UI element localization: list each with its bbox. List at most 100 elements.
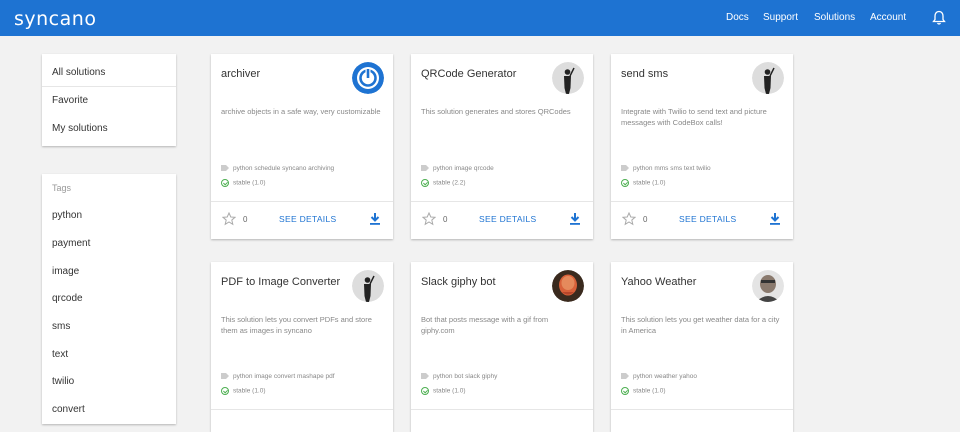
star-count: 0: [243, 215, 248, 224]
card-tags: python image qrcode: [421, 165, 494, 172]
divider: [611, 201, 793, 202]
tag-icon: [421, 165, 429, 172]
star-icon[interactable]: [622, 212, 636, 226]
card-tags-text: python image convert mashape pdf: [233, 373, 335, 380]
card-stable: stable (1.0): [621, 179, 666, 187]
tag-payment[interactable]: payment: [52, 238, 90, 249]
card-version: stable (1.0): [433, 387, 466, 395]
bell-icon[interactable]: [932, 10, 946, 26]
tag-convert[interactable]: convert: [52, 404, 85, 415]
power-logo-avatar: [352, 62, 384, 94]
tag-twilio[interactable]: twilio: [52, 376, 74, 387]
card-stable: stable (1.0): [621, 387, 666, 395]
solution-card[interactable]: archiver archive objects in a safe way, …: [211, 54, 393, 239]
person-avatar: [552, 270, 584, 302]
card-title[interactable]: archiver: [221, 68, 260, 80]
silhouette-avatar: [752, 62, 784, 94]
tag-text[interactable]: text: [52, 349, 68, 360]
card-version: stable (1.0): [233, 179, 266, 187]
card-tags: python bot slack giphy: [421, 373, 497, 380]
card-tags: python mms sms text twilio: [621, 165, 711, 172]
filter-favorite[interactable]: Favorite: [52, 95, 88, 106]
download-icon[interactable]: [369, 212, 381, 225]
card-description: Bot that posts message with a gif from g…: [421, 315, 549, 335]
solution-card[interactable]: QRCode Generator This solution generates…: [411, 54, 593, 239]
divider: [411, 409, 593, 410]
tag-icon: [421, 373, 429, 380]
card-title[interactable]: Slack giphy bot: [421, 276, 496, 288]
tag-python[interactable]: python: [52, 210, 82, 221]
card-tags: python image convert mashape pdf: [221, 373, 335, 380]
check-circle-icon: [621, 179, 629, 187]
filter-my-solutions[interactable]: My solutions: [52, 123, 108, 134]
divider: [42, 86, 176, 87]
solution-card[interactable]: send sms Integrate with Twilio to send t…: [611, 54, 793, 239]
card-stable: stable (1.0): [421, 387, 466, 395]
silhouette-avatar: [352, 270, 384, 302]
tags-panel: Tags python payment image qrcode sms tex…: [42, 174, 176, 424]
solution-card[interactable]: Slack giphy bot Bot that posts message w…: [411, 262, 593, 432]
card-version: stable (1.0): [633, 387, 666, 395]
silhouette-avatar: [552, 62, 584, 94]
tag-qrcode[interactable]: qrcode: [52, 293, 83, 304]
tag-image[interactable]: image: [52, 266, 79, 277]
see-details-button[interactable]: SEE DETAILS: [279, 214, 336, 224]
divider: [611, 409, 793, 410]
tag-icon: [621, 373, 629, 380]
solutions-filter-panel: All solutions Favorite My solutions: [42, 54, 176, 146]
check-circle-icon: [221, 387, 229, 395]
card-tags-text: python weather yahoo: [633, 373, 697, 380]
download-icon[interactable]: [769, 212, 781, 225]
card-version: stable (1.0): [233, 387, 266, 395]
card-title[interactable]: QRCode Generator: [421, 68, 516, 80]
star-icon[interactable]: [222, 212, 236, 226]
divider: [211, 201, 393, 202]
top-navigation-bar: syncano Docs Support Solutions Account: [0, 0, 960, 36]
card-stable: stable (1.0): [221, 387, 266, 395]
see-details-button[interactable]: SEE DETAILS: [679, 214, 736, 224]
tag-sms[interactable]: sms: [52, 321, 70, 332]
nav-support-link[interactable]: Support: [763, 12, 798, 23]
nav-account-link[interactable]: Account: [870, 12, 906, 23]
star-count: 0: [643, 215, 648, 224]
person-avatar: [752, 270, 784, 302]
check-circle-icon: [221, 179, 229, 187]
tag-icon: [621, 165, 629, 172]
card-stable: stable (1.0): [221, 179, 266, 187]
card-description: This solution lets you convert PDFs and …: [221, 315, 372, 335]
syncano-logo[interactable]: syncano: [14, 8, 96, 30]
see-details-button[interactable]: SEE DETAILS: [479, 214, 536, 224]
check-circle-icon: [421, 387, 429, 395]
card-tags: python schedule syncano archiving: [221, 165, 334, 172]
card-description: This solution lets you get weather data …: [621, 315, 780, 335]
solution-card[interactable]: PDF to Image Converter This solution let…: [211, 262, 393, 432]
check-circle-icon: [621, 387, 629, 395]
card-tags-text: python mms sms text twilio: [633, 165, 711, 172]
card-description: archive objects in a safe way, very cust…: [221, 107, 381, 116]
card-tags-text: python image qrcode: [433, 165, 494, 172]
card-tags-text: python schedule syncano archiving: [233, 165, 335, 172]
card-stable: stable (2.2): [421, 179, 466, 187]
tags-heading: Tags: [52, 183, 72, 193]
tag-icon: [221, 165, 229, 172]
card-tags-text: python bot slack giphy: [433, 373, 498, 380]
card-tags: python weather yahoo: [621, 373, 697, 380]
card-title[interactable]: PDF to Image Converter: [221, 276, 340, 288]
divider: [211, 409, 393, 410]
nav-solutions-link[interactable]: Solutions: [814, 12, 855, 23]
card-version: stable (2.2): [433, 179, 466, 187]
card-description: Integrate with Twilio to send text and p…: [621, 107, 767, 127]
check-circle-icon: [421, 179, 429, 187]
tag-icon: [221, 373, 229, 380]
card-version: stable (1.0): [633, 179, 666, 187]
card-title[interactable]: send sms: [621, 68, 668, 80]
card-title[interactable]: Yahoo Weather: [621, 276, 696, 288]
star-icon[interactable]: [422, 212, 436, 226]
star-count: 0: [443, 215, 448, 224]
nav-docs-link[interactable]: Docs: [726, 12, 749, 23]
card-description: This solution generates and stores QRCod…: [421, 107, 571, 116]
solution-card[interactable]: Yahoo Weather This solution lets you get…: [611, 262, 793, 432]
divider: [411, 201, 593, 202]
download-icon[interactable]: [569, 212, 581, 225]
filter-all-solutions[interactable]: All solutions: [52, 67, 105, 78]
